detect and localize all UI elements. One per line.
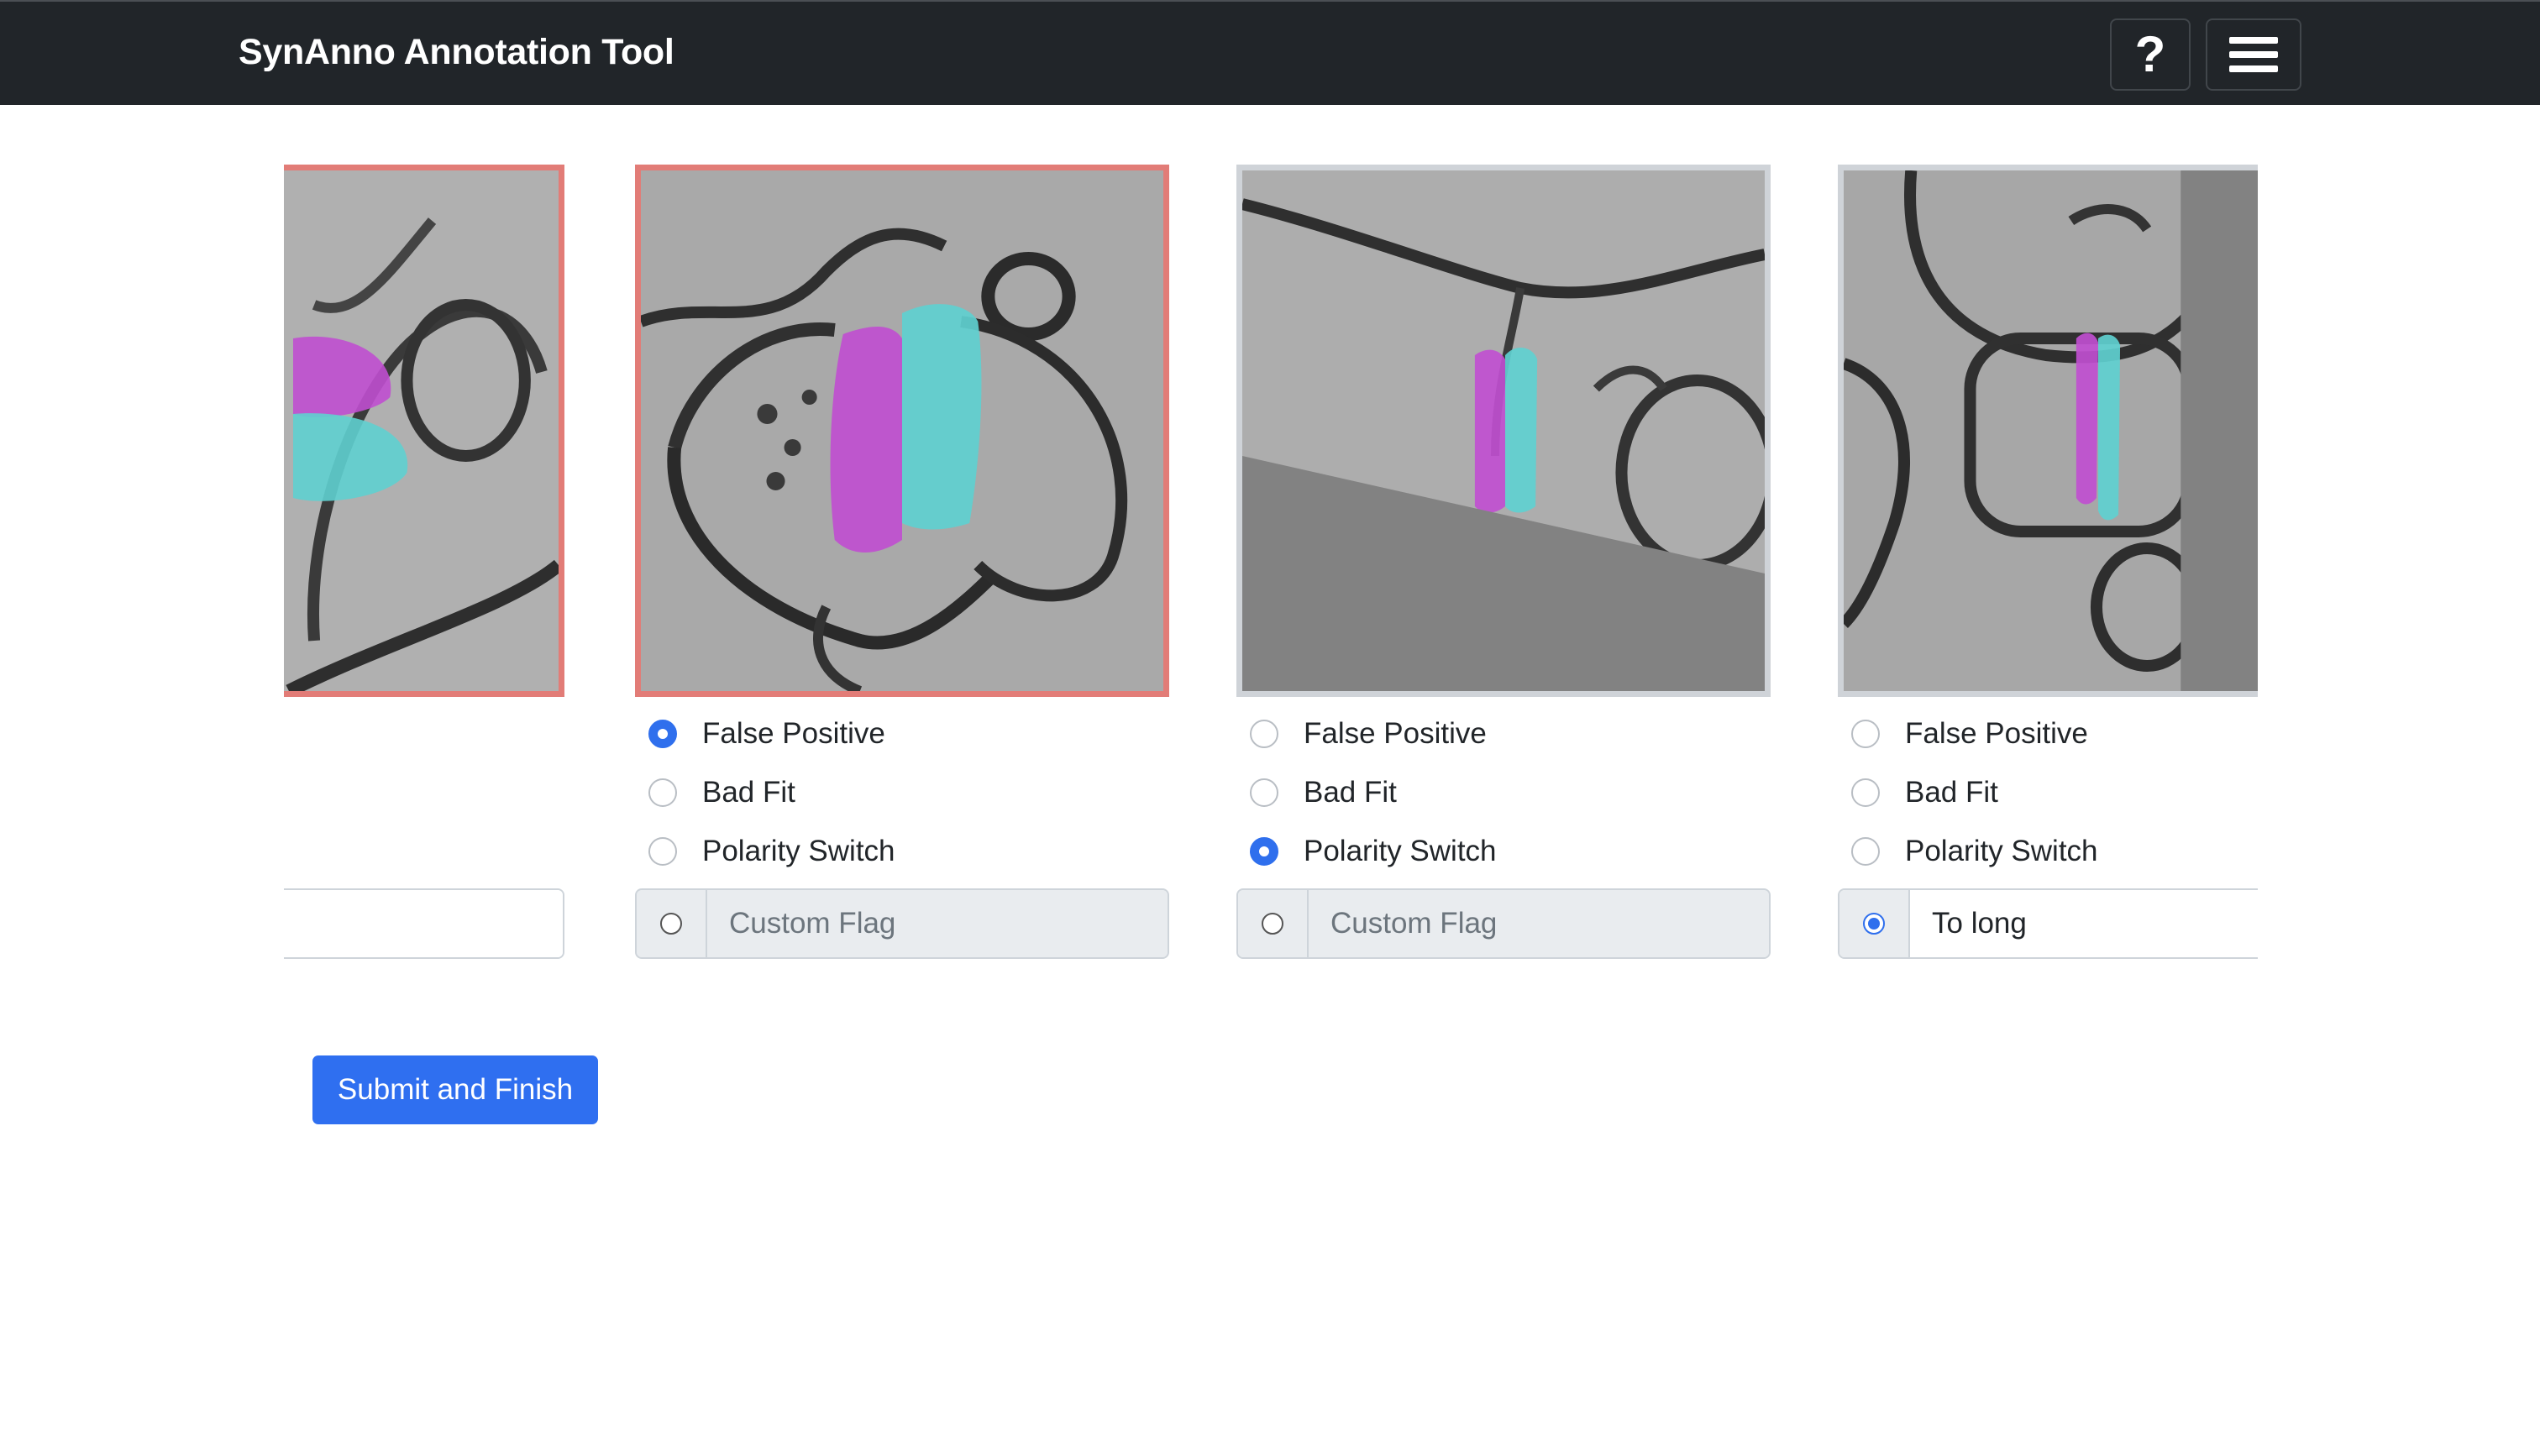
radio-bad-fit[interactable] — [648, 778, 677, 807]
radio-false-positive[interactable] — [648, 720, 677, 748]
custom-flag-radio[interactable] — [660, 913, 682, 935]
custom-flag-input[interactable]: Custom Flag — [1309, 890, 1769, 957]
radio-bad-fit[interactable] — [1250, 778, 1278, 807]
radio-false-positive[interactable] — [1851, 720, 1880, 748]
option-label: Bad Fit — [702, 776, 795, 809]
submit-and-finish-button[interactable]: Submit and Finish — [312, 1055, 598, 1124]
hamburger-menu-icon — [2229, 37, 2278, 72]
custom-flag-radio-addon[interactable] — [637, 890, 707, 957]
option-polarity-switch[interactable]: Polarity Switch — [635, 830, 895, 873]
radio-bad-fit[interactable] — [1851, 778, 1880, 807]
card-carousel[interactable]: h nslation — [284, 160, 2258, 982]
option-bad-fit[interactable]: Bad Fit — [1838, 771, 1998, 814]
radio-polarity-switch[interactable] — [1851, 837, 1880, 866]
option-label: Bad Fit — [1304, 776, 1397, 809]
navbar: SynAnno Annotation Tool ? — [0, 0, 2540, 105]
option-label: False Positive — [1905, 717, 2088, 750]
custom-flag-group[interactable]: nslation — [284, 888, 564, 959]
option-bad-fit[interactable]: Bad Fit — [1236, 771, 1397, 814]
custom-flag-input[interactable]: Custom Flag — [707, 890, 1168, 957]
synapse-image[interactable] — [635, 165, 1169, 697]
option-polarity-switch[interactable]: Polarity Switch — [1838, 830, 2098, 873]
synapse-image[interactable] — [284, 165, 564, 697]
option-label: Polarity Switch — [702, 835, 895, 867]
synapse-image[interactable] — [1838, 165, 2258, 697]
help-button[interactable]: ? — [2110, 18, 2191, 91]
radio-false-positive[interactable] — [1250, 720, 1278, 748]
option-label: Bad Fit — [1905, 776, 1998, 809]
option-polarity-switch[interactable]: Polarity Switch — [1236, 830, 1497, 873]
custom-flag-group[interactable]: Custom Flag — [1236, 888, 1771, 959]
custom-flag-radio-addon[interactable] — [1238, 890, 1309, 957]
option-label: False Positive — [702, 717, 885, 750]
option-label: Polarity Switch — [1905, 835, 2098, 867]
option-label: Polarity Switch — [1304, 835, 1497, 867]
radio-polarity-switch[interactable] — [648, 837, 677, 866]
question-mark-icon: ? — [2134, 26, 2166, 82]
custom-flag-radio[interactable] — [1863, 913, 1885, 935]
synapse-image[interactable] — [1236, 165, 1771, 697]
custom-flag-radio-addon[interactable] — [1839, 890, 1910, 957]
radio-polarity-switch[interactable] — [1250, 837, 1278, 866]
option-label: False Positive — [1304, 717, 1487, 750]
option-false-positive[interactable]: False Positive — [1236, 712, 1487, 756]
custom-flag-group[interactable]: To long — [1838, 888, 2258, 959]
option-false-positive[interactable]: False Positive — [635, 712, 885, 756]
option-bad-fit[interactable]: Bad Fit — [635, 771, 795, 814]
custom-flag-group[interactable]: Custom Flag — [635, 888, 1169, 959]
custom-flag-radio[interactable] — [1262, 913, 1283, 935]
menu-button[interactable] — [2206, 18, 2301, 91]
app-title[interactable]: SynAnno Annotation Tool — [239, 32, 674, 73]
custom-flag-input[interactable]: To long — [1910, 890, 2258, 957]
option-false-positive[interactable]: False Positive — [1838, 712, 2088, 756]
custom-flag-input[interactable]: nslation — [284, 890, 563, 957]
